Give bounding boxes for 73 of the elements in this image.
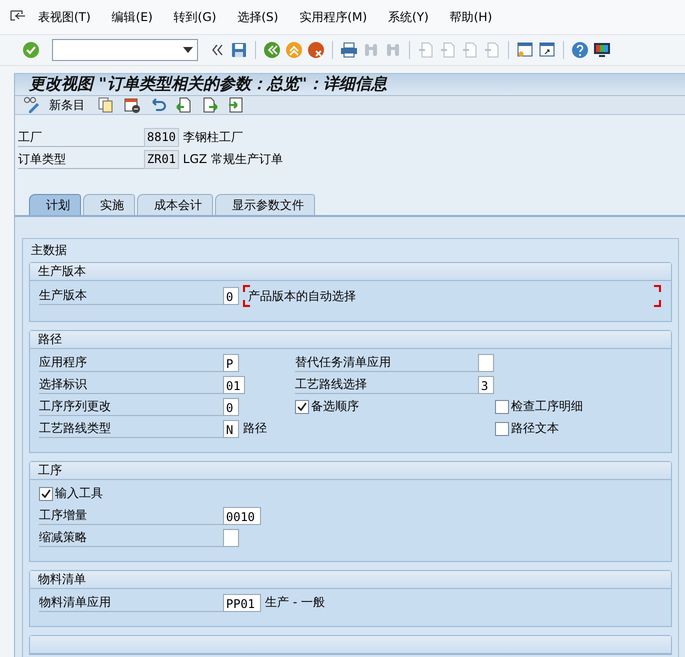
field-label: 物料清单应用 (39, 594, 223, 612)
checkbox-box[interactable] (295, 400, 309, 414)
save-icon[interactable] (230, 41, 248, 59)
field-label: 工序序列更改 (39, 398, 223, 416)
checkbox[interactable]: 输入工具 (39, 485, 295, 502)
next-entry-icon[interactable] (201, 96, 219, 114)
field-label: 工艺路线类型 (39, 420, 223, 438)
checkbox-box[interactable] (39, 486, 53, 500)
checkbox[interactable]: 备选顺序 (295, 398, 495, 415)
field-label: 替代任务清单应用 (295, 354, 478, 372)
checkbox-box[interactable] (495, 400, 509, 414)
screen-title: 更改视图 "订单类型相关的参数：总览"：详细信息 (29, 74, 388, 95)
new-entries-label[interactable]: 新条目 (49, 96, 85, 114)
help-icon[interactable] (571, 41, 589, 59)
back-icon[interactable] (263, 41, 281, 59)
check-icon (41, 488, 51, 498)
field-description: 李钢柱工厂 (182, 129, 243, 146)
menu-item[interactable]: 系统(Y) (376, 8, 438, 26)
enter-icon[interactable] (22, 41, 40, 59)
select-block-icon[interactable] (227, 96, 245, 114)
group-title: 物料清单 (38, 571, 86, 588)
group-title: 工序 (38, 462, 62, 479)
display-field: 8810 (144, 128, 179, 147)
tab[interactable]: 实施 (83, 194, 135, 215)
input-field[interactable] (223, 528, 239, 546)
input-field[interactable]: 0010 (223, 506, 261, 524)
input-field[interactable]: P (223, 354, 239, 372)
tab[interactable]: 成本会计 (137, 194, 213, 215)
shortcut-icon[interactable] (538, 41, 556, 59)
command-field[interactable] (52, 39, 198, 61)
input-field[interactable]: N (223, 420, 239, 438)
exit-icon[interactable] (285, 41, 303, 59)
group-title: 生产版本 (38, 263, 86, 280)
delete-icon[interactable] (123, 96, 141, 114)
copy-icon[interactable] (97, 96, 115, 114)
input-field[interactable] (478, 354, 494, 372)
dropdown-icon[interactable] (183, 47, 193, 53)
menu-item[interactable]: 实用程序(M) (287, 8, 376, 26)
field-description: 生产 - 一般 (265, 594, 325, 611)
field-description: LGZ 常规生产订单 (182, 151, 283, 168)
print-icon[interactable] (340, 41, 358, 59)
checkbox[interactable]: 路径文本 (495, 420, 671, 437)
input-field[interactable]: 01 (223, 376, 245, 394)
group-title: 路径 (38, 331, 62, 348)
glasses-pencil-icon[interactable] (23, 96, 41, 114)
field-label: 缩减策略 (39, 528, 223, 546)
tab[interactable]: 显示参数文件 (215, 194, 315, 215)
group-title: 主数据 (30, 242, 68, 259)
menu-item[interactable]: 转到(G) (162, 8, 226, 26)
input-field[interactable]: 0 (223, 287, 239, 305)
check-icon (297, 402, 307, 412)
checkbox[interactable]: 检查工序明细 (495, 398, 671, 415)
previous-entry-icon[interactable] (175, 96, 193, 114)
field-description: 路径 (243, 420, 267, 437)
display-field: ZR01 (144, 150, 179, 169)
field-label: 生产版本 (39, 287, 223, 305)
input-field[interactable]: 3 (478, 376, 494, 394)
field-label: 工艺路线选择 (295, 376, 478, 394)
new-session-icon[interactable] (516, 41, 534, 59)
input-field[interactable]: 0 (223, 398, 239, 416)
field-label: 工序增量 (39, 506, 223, 524)
menu-item[interactable]: 选择(S) (225, 8, 288, 26)
checkbox-box[interactable] (495, 422, 509, 436)
input-field[interactable]: PP01 (223, 594, 261, 612)
description-field: 产品版本的自动选择 (243, 285, 661, 307)
menu-item[interactable]: 帮助(H) (438, 8, 502, 26)
tab[interactable]: 计划 (29, 194, 81, 215)
monitor-icon[interactable] (593, 41, 611, 59)
field-label: 选择标识 (39, 376, 223, 394)
field-label: 应用程序 (39, 354, 223, 372)
menu-item[interactable]: 表视图(T) (26, 8, 100, 26)
menu-item[interactable]: 编辑(E) (100, 8, 162, 26)
cancel-icon[interactable] (307, 41, 325, 59)
